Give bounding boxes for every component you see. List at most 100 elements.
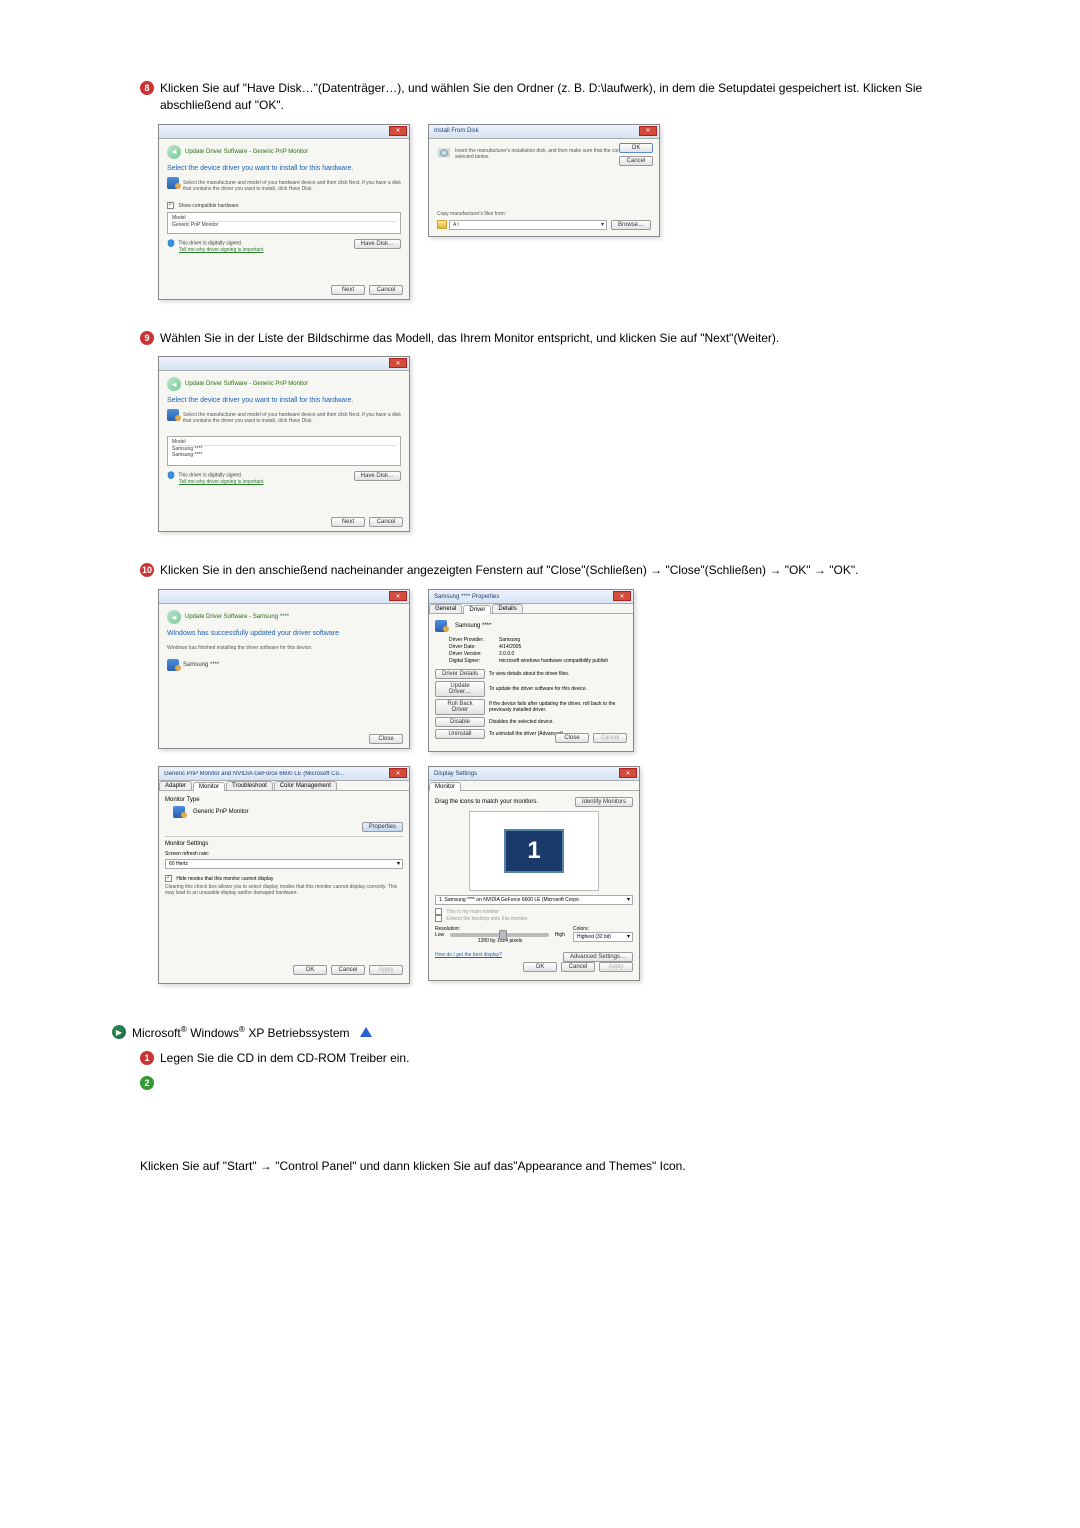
close-icon[interactable]: ✕ xyxy=(389,126,407,136)
folder-icon xyxy=(437,220,447,229)
blue-triangle-icon xyxy=(360,1027,372,1037)
checkbox-label: Show compatible hardware xyxy=(178,202,238,208)
val: 2.0.0.0 xyxy=(499,651,627,657)
step-number-10: 10 xyxy=(140,563,154,577)
checkbox-compat[interactable] xyxy=(167,202,174,209)
titlebar: ✕ xyxy=(159,590,409,604)
uninstall-button[interactable]: Uninstall xyxy=(435,729,485,739)
back-arrow-icon[interactable]: ◄ xyxy=(167,145,181,159)
dialog-properties: Samsung **** Properties ✕ General Driver… xyxy=(428,589,634,752)
shield-icon xyxy=(167,239,175,247)
desc: Disables the selected device. xyxy=(489,719,627,725)
refresh-rate-select[interactable]: 60 Hertz xyxy=(165,859,403,869)
next-button[interactable]: Next xyxy=(331,285,365,295)
list-item[interactable]: Generic PnP Monitor xyxy=(172,222,396,228)
update-driver-button[interactable]: Update Driver… xyxy=(435,681,485,697)
next-button[interactable]: Next xyxy=(331,517,365,527)
dialog-success: ✕ ◄ Update Driver Software - Samsung ***… xyxy=(158,589,410,749)
slider-high: High xyxy=(555,932,565,938)
dialog-heading: Select the device driver you want to ins… xyxy=(167,397,401,404)
monitor-1-icon[interactable]: 1 xyxy=(504,829,564,873)
colors-select[interactable]: Highest (32 bit) xyxy=(573,932,633,942)
tab-troubleshoot[interactable]: Troubleshoot xyxy=(226,781,273,790)
tab-adapter[interactable]: Adapter xyxy=(159,781,192,790)
titlebar: Generic PnP Monitor and NVIDIA GeForce 6… xyxy=(159,767,409,781)
path-value: A:\ xyxy=(453,222,459,228)
close-button[interactable]: Close xyxy=(555,733,589,743)
ok-button[interactable]: OK xyxy=(619,143,653,153)
monitor-type-label: Monitor Type xyxy=(165,797,403,803)
back-arrow-icon[interactable]: ◄ xyxy=(167,377,181,391)
browse-button[interactable]: Browse… xyxy=(611,220,651,230)
close-icon[interactable]: ✕ xyxy=(613,591,631,601)
model-listbox[interactable]: Model Generic PnP Monitor xyxy=(167,212,401,234)
step-10-text: Klicken Sie in den anschießend nacheinan… xyxy=(160,562,940,579)
dialog-install-disk: Install From Disk ✕ Insert the manufactu… xyxy=(428,124,660,237)
monitor-arrange-box[interactable]: 1 xyxy=(469,811,599,891)
val: Samsung xyxy=(499,637,627,643)
dialog-heading: Select the device driver you want to ins… xyxy=(167,165,401,172)
advanced-button[interactable]: Advanced Settings… xyxy=(563,952,633,962)
titlebar-text: Generic PnP Monitor and NVIDIA GeForce 6… xyxy=(164,771,364,777)
tab-monitor[interactable]: Monitor xyxy=(193,782,225,791)
best-display-link[interactable]: How do I get the best display? xyxy=(435,952,502,962)
tab-details[interactable]: Details xyxy=(492,604,522,613)
monitor-settings-label: Monitor Settings xyxy=(165,841,403,847)
titlebar: Install From Disk ✕ xyxy=(429,125,659,139)
sign-link[interactable]: Tell me why driver signing is important xyxy=(179,247,263,253)
checkbox-extend xyxy=(435,915,442,922)
success-heading: Windows has successfully updated your dr… xyxy=(167,630,401,637)
sign-text: This driver is digitally signed. xyxy=(178,240,242,246)
cancel-button[interactable]: Cancel xyxy=(619,156,653,166)
tab-general[interactable]: General xyxy=(429,604,462,613)
apply-button[interactable]: Apply xyxy=(369,965,403,975)
titlebar: Display Settings ✕ xyxy=(429,767,639,781)
monitor-select[interactable]: 1. Samsung **** on NVIDIA GeForce 6600 L… xyxy=(435,895,633,905)
close-icon[interactable]: ✕ xyxy=(389,768,407,778)
identify-button[interactable]: Identify Monitors xyxy=(575,797,633,807)
close-icon[interactable]: ✕ xyxy=(619,768,637,778)
step-number-2: 2 xyxy=(140,1076,154,1090)
device-icon xyxy=(173,806,185,818)
cancel-button[interactable]: Cancel xyxy=(593,733,627,743)
cancel-button[interactable]: Cancel xyxy=(369,285,403,295)
lbl: Driver Version: xyxy=(449,651,499,657)
titlebar: ✕ xyxy=(159,357,409,371)
lbl: Driver Provider: xyxy=(449,637,499,643)
step-8-text: Klicken Sie auf "Have Disk…"(Datenträger… xyxy=(160,80,940,114)
have-disk-button[interactable]: Have Disk… xyxy=(354,239,401,249)
cancel-button[interactable]: Cancel xyxy=(331,965,365,975)
tab-colormgmt[interactable]: Color Management xyxy=(274,781,337,790)
cancel-button[interactable]: Cancel xyxy=(369,517,403,527)
path-dropdown[interactable]: A:\ xyxy=(449,220,607,230)
apply-button[interactable]: Apply xyxy=(599,962,633,972)
tab-monitor[interactable]: Monitor xyxy=(429,782,461,791)
model-listbox[interactable]: Model Samsung **** Samsung **** xyxy=(167,436,401,466)
list-header: Model xyxy=(172,439,396,446)
close-button[interactable]: Close xyxy=(369,734,403,744)
disable-button[interactable]: Disable xyxy=(435,717,485,727)
tab-driver[interactable]: Driver xyxy=(463,605,491,614)
rollback-button[interactable]: Roll Back Driver xyxy=(435,699,485,715)
step-9-text: Wählen Sie in der Liste der Bildschirme … xyxy=(160,330,940,347)
properties-button[interactable]: Properties xyxy=(362,822,403,832)
back-arrow-icon[interactable]: ◄ xyxy=(167,610,181,624)
close-icon[interactable]: ✕ xyxy=(639,126,657,136)
ok-button[interactable]: OK xyxy=(523,962,557,972)
have-disk-button[interactable]: Have Disk… xyxy=(354,471,401,481)
driver-details-button[interactable]: Driver Details xyxy=(435,669,485,679)
cancel-button[interactable]: Cancel xyxy=(561,962,595,972)
hidemodes-desc: Clearing this check box allows you to se… xyxy=(165,884,403,896)
colors-value: Highest (32 bit) xyxy=(577,934,611,940)
device-icon xyxy=(167,659,179,671)
titlebar-text: Display Settings xyxy=(434,771,477,777)
titlebar: ✕ xyxy=(159,125,409,139)
close-icon[interactable]: ✕ xyxy=(389,591,407,601)
resolution-slider[interactable] xyxy=(450,933,549,937)
checkbox-hidemodes[interactable] xyxy=(165,875,172,882)
lbl: Driver Date: xyxy=(449,644,499,650)
ok-button[interactable]: OK xyxy=(293,965,327,975)
sign-link[interactable]: Tell me why driver signing is important xyxy=(179,479,263,485)
close-icon[interactable]: ✕ xyxy=(389,358,407,368)
list-item[interactable]: Samsung **** xyxy=(172,452,396,458)
